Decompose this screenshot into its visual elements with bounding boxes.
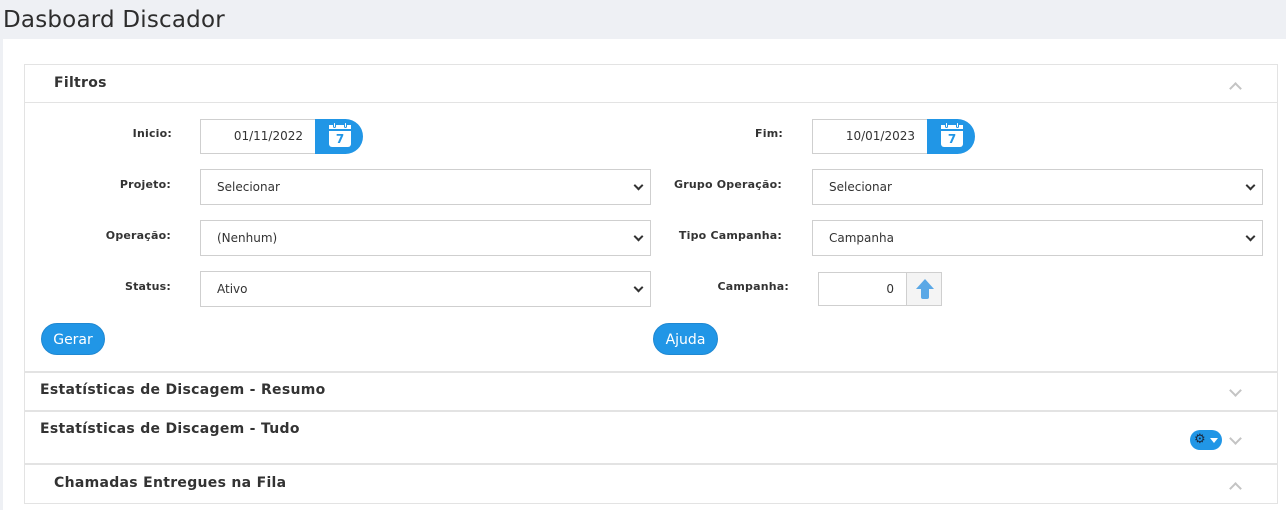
projeto-select[interactable]: Selecionar [200,169,651,205]
chevron-up-icon[interactable] [1229,482,1242,495]
page-title: Dasboard Discador [3,7,225,33]
campanha-number-input[interactable]: 0 [818,272,907,306]
fim-label: Fim: [755,127,783,140]
operacao-select-value: (Nenhum) [217,231,278,245]
grupo-operacao-select-value: Selecionar [829,180,892,194]
operacao-select[interactable]: (Nenhum) [200,220,651,256]
settings-dropdown-button[interactable]: ⚙ [1190,430,1222,450]
tudo-panel[interactable]: Estatísticas de Discagem - Tudo ⚙ [24,411,1278,464]
fila-title: Chamadas Entregues na Fila [54,475,287,491]
gear-icon: ⚙ [1194,432,1206,447]
fim-date-input[interactable]: 10/01/2023 [812,119,927,154]
calendar-day: 7 [335,132,345,146]
tudo-title: Estatísticas de Discagem - Tudo [40,421,300,437]
chevron-down-icon[interactable] [1229,384,1242,397]
filters-title: Filtros [54,75,107,91]
calendar-icon: 7 [329,122,351,147]
resumo-panel[interactable]: Estatísticas de Discagem - Resumo [24,372,1278,411]
inicio-label: Inicio: [132,127,172,140]
resumo-title: Estatísticas de Discagem - Resumo [40,382,326,398]
fila-panel[interactable]: Chamadas Entregues na Fila [24,464,1278,504]
left-rule [0,39,3,510]
ajuda-button[interactable]: Ajuda [653,323,718,355]
chevron-down-icon [1245,231,1256,242]
inicio-date-input[interactable]: 01/11/2022 [200,119,315,154]
tipo-campanha-select[interactable]: Campanha [812,220,1263,256]
fim-calendar-button[interactable]: 7 [927,119,975,154]
tipo-campanha-label: Tipo Campanha: [678,229,782,242]
chevron-up-icon[interactable] [1229,82,1242,95]
status-select-value: Ativo [217,282,248,296]
chevron-down-icon [1245,180,1256,191]
gerar-button[interactable]: Gerar [41,323,105,355]
campanha-label: Campanha: [717,280,789,293]
grupo-operacao-select[interactable]: Selecionar [812,169,1263,205]
tipo-campanha-select-value: Campanha [829,231,894,245]
chevron-down-icon[interactable] [1229,432,1242,445]
projeto-label: Projeto: [119,178,171,191]
filters-panel-header[interactable]: Filtros [25,65,1277,103]
calendar-day: 7 [947,132,957,146]
projeto-select-value: Selecionar [217,180,280,194]
grupo-operacao-label: Grupo Operação: [674,178,782,191]
campanha-value: 0 [886,282,894,296]
caret-down-icon [1210,438,1218,443]
page-header: Dasboard Discador [0,0,1286,39]
campanha-increment-button[interactable] [906,272,942,306]
fim-date-value: 10/01/2023 [845,129,915,143]
filters-panel: Filtros Inicio: 01/11/2022 7 Fim: 10/01/… [24,64,1278,372]
operacao-label: Operação: [105,229,171,242]
inicio-date-value: 01/11/2022 [233,129,303,143]
status-select[interactable]: Ativo [200,271,651,307]
status-label: Status: [124,280,171,293]
inicio-calendar-button[interactable]: 7 [315,119,363,154]
calendar-icon: 7 [941,122,963,147]
